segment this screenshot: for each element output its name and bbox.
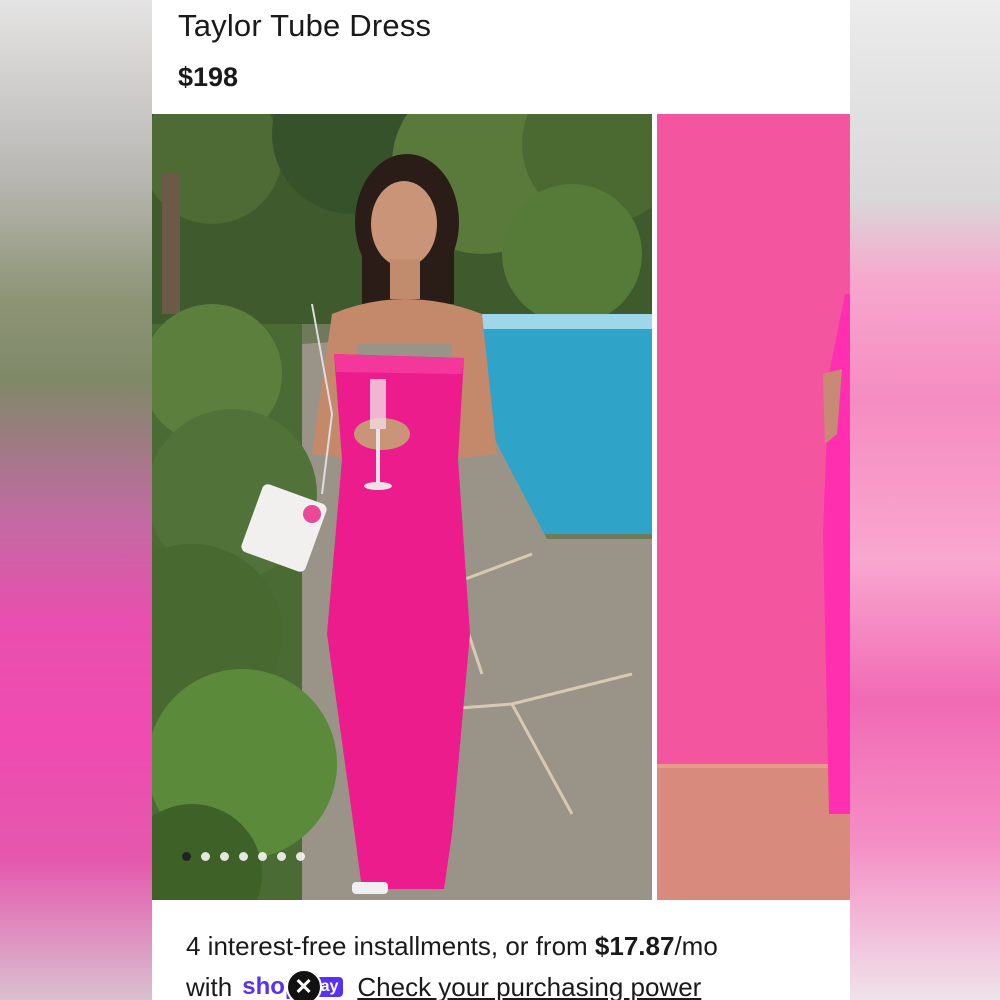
product-page: Taylor Tube Dress $198 4 interest-free i… bbox=[152, 0, 850, 1000]
installment-amount: $17.87 bbox=[594, 931, 675, 961]
carousel-dots[interactable] bbox=[182, 852, 305, 861]
carousel-dot[interactable] bbox=[258, 852, 267, 861]
carousel-dot[interactable] bbox=[220, 852, 229, 861]
shop-pay-row: with shop ✕ ay Check your purchasing pow… bbox=[186, 966, 701, 1000]
product-image-main[interactable] bbox=[152, 114, 652, 900]
carousel-dot[interactable] bbox=[277, 852, 286, 861]
with-label: with bbox=[186, 971, 233, 1000]
product-image-next[interactable] bbox=[657, 114, 850, 900]
close-icon[interactable]: ✕ bbox=[285, 969, 322, 1000]
carousel-dot[interactable] bbox=[296, 852, 305, 861]
product-photo-outdoor-pool-icon bbox=[152, 114, 652, 900]
blurred-background-right bbox=[850, 0, 1000, 1000]
installments-suffix: /mo bbox=[674, 931, 718, 961]
product-price: $198 bbox=[178, 62, 239, 92]
product-image-carousel[interactable] bbox=[152, 114, 850, 900]
carousel-dot[interactable] bbox=[239, 852, 248, 861]
installments-text: 4 interest-free installments, or from $1… bbox=[186, 926, 836, 966]
check-purchasing-power-link[interactable]: Check your purchasing power bbox=[357, 972, 701, 1000]
blurred-background-left bbox=[0, 0, 152, 1000]
shop-pay-logo: shop ✕ ay bbox=[242, 969, 344, 1000]
carousel-dot[interactable] bbox=[182, 852, 191, 861]
installments-prefix: 4 interest-free installments, or from bbox=[186, 931, 595, 961]
product-title: Taylor Tube Dress bbox=[178, 8, 432, 43]
carousel-dot[interactable] bbox=[201, 852, 210, 861]
product-photo-studio-pink-icon bbox=[657, 114, 850, 900]
